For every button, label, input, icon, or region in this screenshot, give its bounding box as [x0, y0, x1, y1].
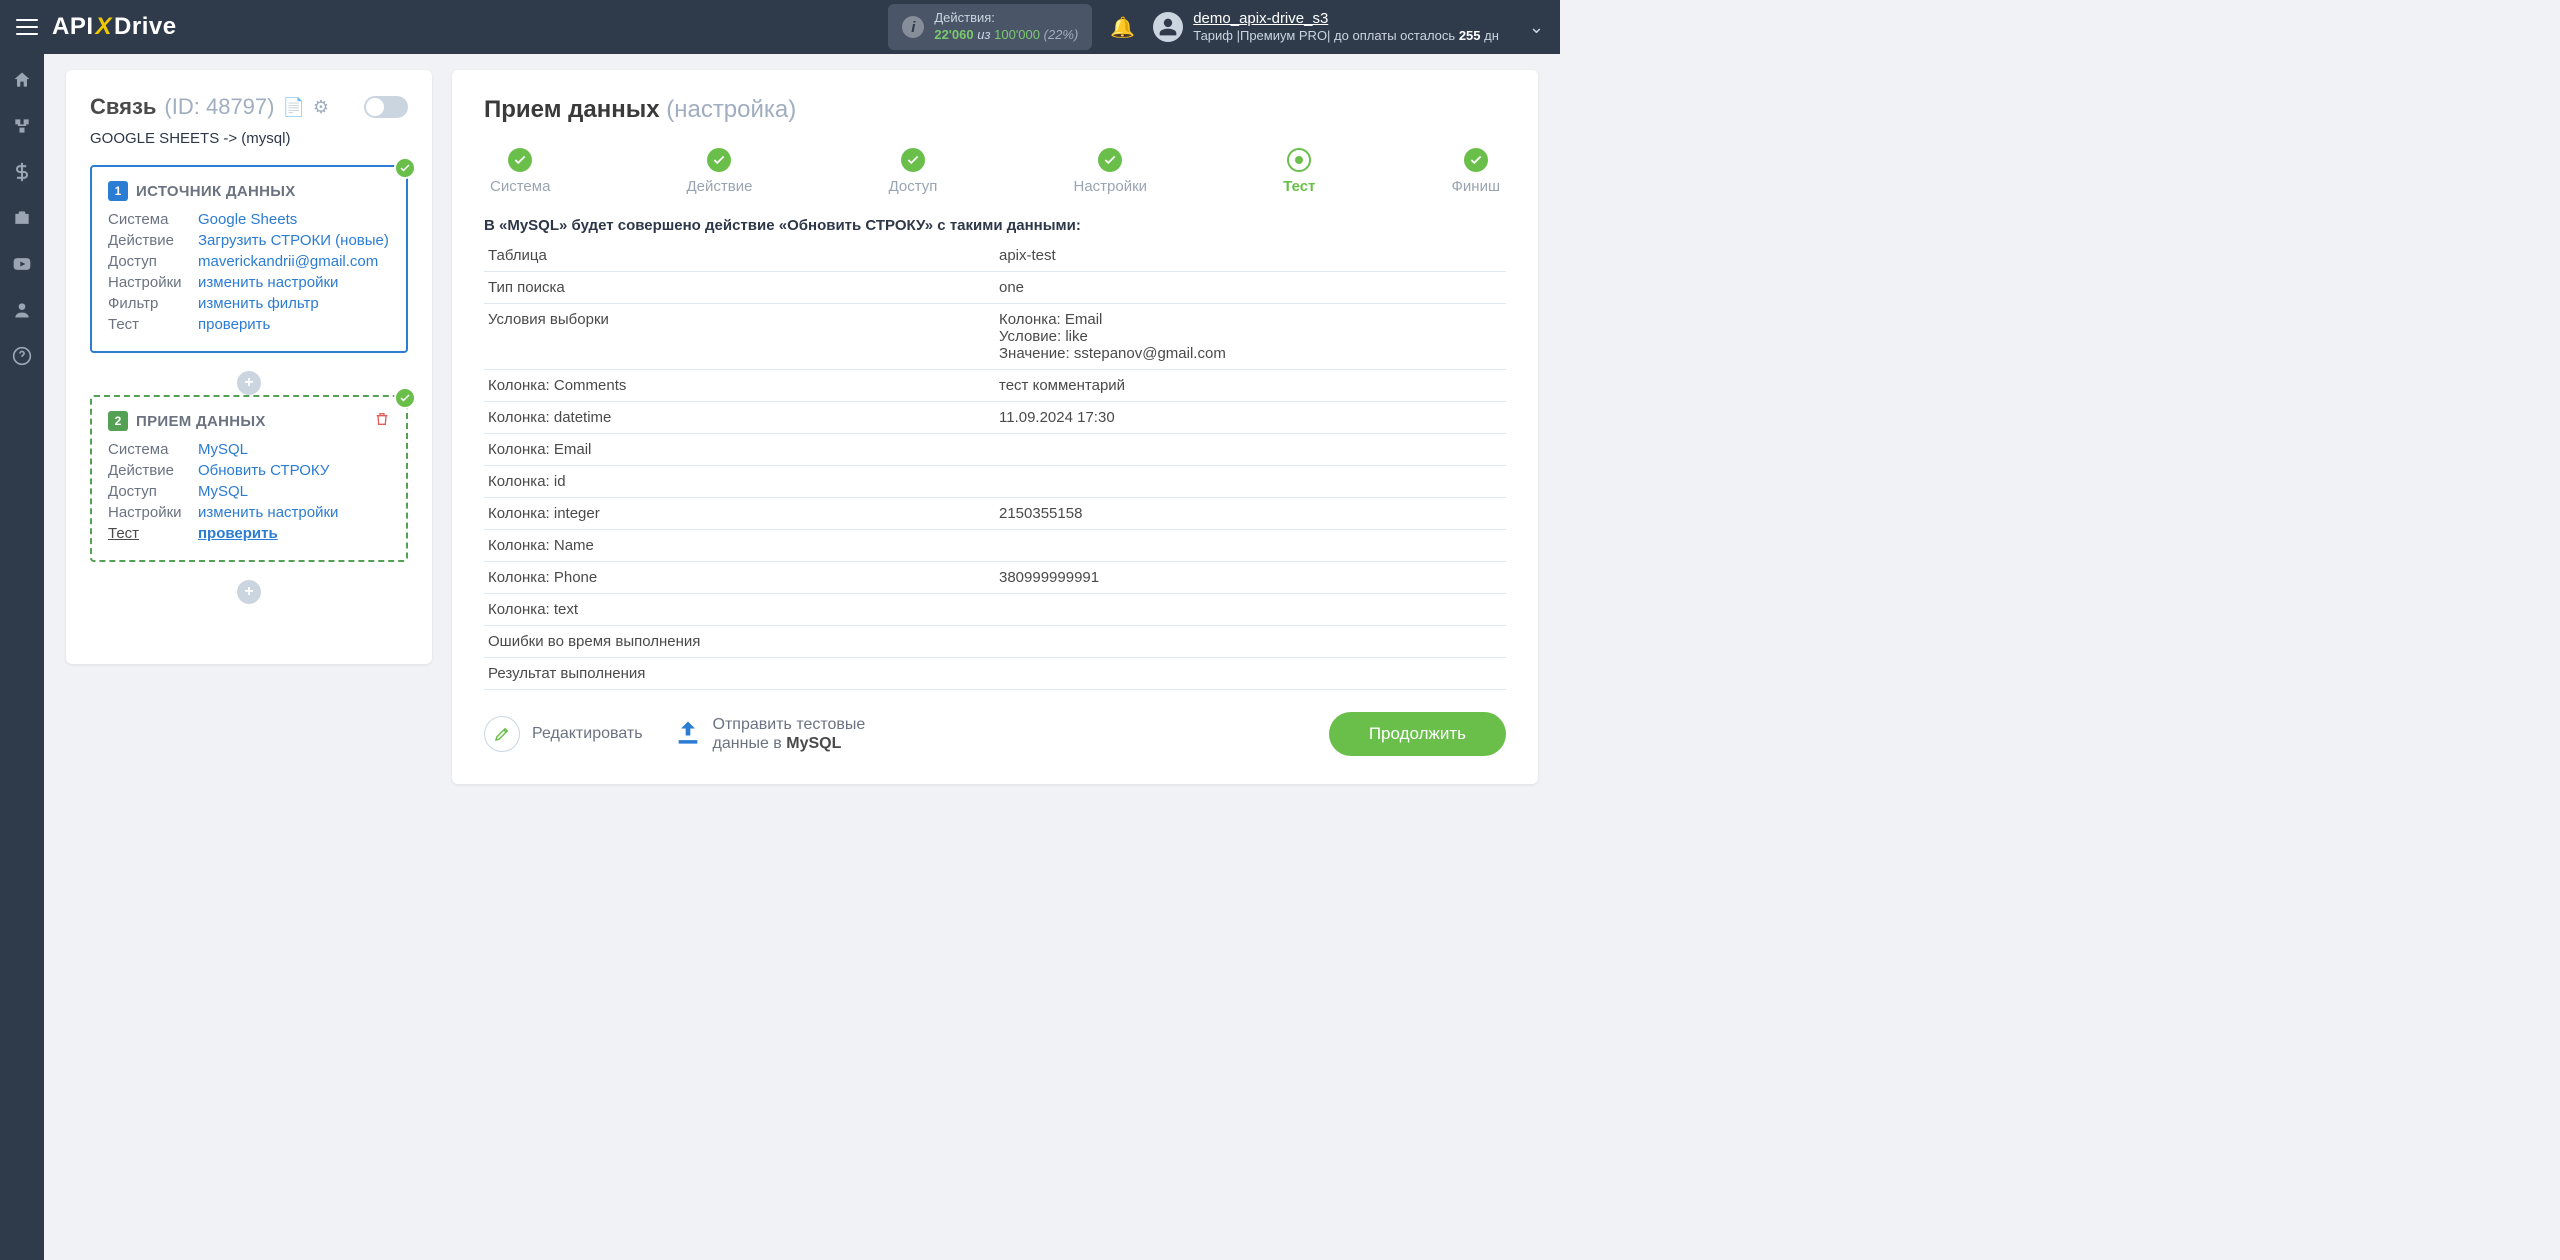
dest-title: ПРИЕМ ДАННЫХ	[136, 413, 266, 430]
dest-action-link[interactable]: Обновить СТРОКУ	[198, 462, 329, 479]
copy-icon[interactable]: 📄	[282, 97, 304, 118]
table-row: Колонка: Email	[484, 434, 1506, 466]
edit-button[interactable]: Редактировать	[484, 716, 643, 752]
usage-label: Действия:	[934, 10, 1078, 27]
main-panel: Прием данных (настройка) Система Действи…	[452, 70, 1538, 784]
wizard-steps: Система Действие Доступ Настройки Тест Ф…	[484, 148, 1506, 195]
logo-post: Drive	[114, 13, 177, 40]
table-row: Колонка: text	[484, 594, 1506, 626]
dest-access-link[interactable]: MySQL	[198, 483, 248, 500]
source-title: ИСТОЧНИК ДАННЫХ	[136, 183, 296, 200]
table-row: Колонка: datetime11.09.2024 17:30	[484, 402, 1506, 434]
usage-used: 22'060	[934, 27, 973, 42]
delete-icon[interactable]	[374, 411, 390, 431]
step-access[interactable]: Доступ	[889, 148, 938, 195]
logo[interactable]: APIXDrive	[52, 13, 177, 41]
usage-total: 100'000	[994, 27, 1040, 42]
step-number: 2	[108, 411, 128, 431]
enable-toggle[interactable]	[364, 96, 408, 118]
dest-settings-link[interactable]: изменить настройки	[198, 504, 338, 521]
table-row: Колонка: id	[484, 466, 1506, 498]
source-test-link[interactable]: проверить	[198, 316, 270, 333]
nav-connections-icon[interactable]	[12, 116, 32, 136]
flow-path: GOOGLE SHEETS -> (mysql)	[90, 130, 408, 147]
table-row: Результат выполнения	[484, 658, 1506, 690]
source-settings-link[interactable]: изменить настройки	[198, 274, 338, 291]
chevron-down-icon[interactable]: ⌄	[1529, 17, 1544, 38]
table-row: Колонка: Commentsтест комментарий	[484, 370, 1506, 402]
nav-profile-icon[interactable]	[12, 300, 32, 320]
info-icon: i	[902, 16, 924, 38]
nav-video-icon[interactable]	[12, 254, 32, 274]
table-row: Условия выборкиКолонка: EmailУсловие: li…	[484, 304, 1506, 370]
send-test-button[interactable]: Отправить тестовые данные в MySQL	[673, 715, 866, 753]
usage-percent: (22%)	[1044, 27, 1079, 42]
step-settings[interactable]: Настройки	[1074, 148, 1148, 195]
continue-button[interactable]: Продолжить	[1329, 712, 1506, 756]
add-destination-button[interactable]: +	[237, 580, 261, 604]
table-row: Колонка: Name	[484, 530, 1506, 562]
upload-icon	[673, 718, 703, 751]
step-number: 1	[108, 181, 128, 201]
user-block[interactable]: demo_apix-drive_s3 Тариф |Премиум PRO| д…	[1193, 9, 1499, 45]
step-system[interactable]: Система	[490, 148, 550, 195]
nav-briefcase-icon[interactable]	[12, 208, 32, 228]
step-test[interactable]: Тест	[1283, 148, 1315, 195]
bell-icon[interactable]: 🔔	[1110, 15, 1135, 40]
results-table: Таблицаapix-testТип поискаoneУсловия выб…	[484, 240, 1506, 690]
nav-billing-icon[interactable]	[12, 162, 32, 182]
nav-help-icon[interactable]	[12, 346, 32, 366]
step-action[interactable]: Действие	[687, 148, 753, 195]
add-between-button[interactable]: +	[237, 371, 261, 395]
check-icon	[394, 387, 416, 409]
logo-pre: API	[52, 13, 94, 40]
usage-pill[interactable]: i Действия: 22'060 из 100'000 (22%)	[888, 4, 1092, 50]
step-finish[interactable]: Финиш	[1452, 148, 1500, 195]
source-block[interactable]: 1 ИСТОЧНИК ДАННЫХ СистемаGoogle Sheets Д…	[90, 165, 408, 353]
menu-toggle[interactable]	[16, 19, 38, 35]
dest-system-link[interactable]: MySQL	[198, 441, 248, 458]
source-system-link[interactable]: Google Sheets	[198, 211, 297, 228]
summary-text: В «MySQL» будет совершено действие «Обно…	[484, 217, 1506, 234]
table-row: Колонка: Phone380999999991	[484, 562, 1506, 594]
usage-of: из	[977, 27, 990, 42]
avatar[interactable]	[1153, 12, 1183, 42]
connection-title: Связь	[90, 94, 156, 120]
table-row: Таблицаapix-test	[484, 240, 1506, 272]
tariff-line: Тариф |Премиум PRO| до оплаты осталось 2…	[1193, 28, 1499, 45]
dest-test-link[interactable]: проверить	[198, 525, 278, 542]
pencil-icon	[484, 716, 520, 752]
table-row: Ошибки во время выполнения	[484, 626, 1506, 658]
page-subtitle: (настройка)	[666, 96, 796, 123]
connection-id: (ID: 48797)	[164, 94, 274, 120]
nav-home-icon[interactable]	[12, 70, 32, 90]
source-action-link[interactable]: Загрузить СТРОКИ (новые)	[198, 232, 389, 249]
destination-block[interactable]: 2 ПРИЕМ ДАННЫХ СистемаMySQL ДействиеОбно…	[90, 395, 408, 562]
table-row: Тип поискаone	[484, 272, 1506, 304]
table-row: Колонка: integer2150355158	[484, 498, 1506, 530]
connection-card: Связь (ID: 48797) 📄 ⚙ GOOGLE SHEETS -> (…	[66, 70, 432, 664]
left-nav	[0, 54, 44, 1260]
page-title: Прием данных	[484, 96, 660, 123]
source-access-link[interactable]: maverickandrii@gmail.com	[198, 253, 378, 270]
check-icon	[394, 157, 416, 179]
logo-x-icon: X	[94, 13, 115, 40]
gear-icon[interactable]: ⚙	[313, 97, 329, 118]
source-filter-link[interactable]: изменить фильтр	[198, 295, 319, 312]
user-name: demo_apix-drive_s3	[1193, 9, 1499, 29]
